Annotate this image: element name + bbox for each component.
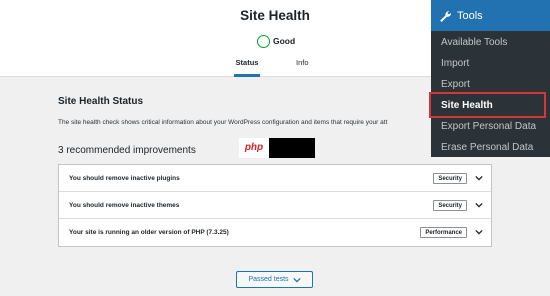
- chevron-down-icon: [292, 277, 301, 283]
- tools-menu-title: Tools: [457, 9, 483, 22]
- menu-item-export-personal-data[interactable]: Export Personal Data: [431, 116, 550, 137]
- improvements-heading: 3 recommended improvements: [58, 145, 196, 156]
- tools-menu-header[interactable]: Tools: [431, 0, 550, 31]
- issue-badge: Performance: [420, 227, 467, 238]
- watermark: php: [239, 138, 315, 158]
- tab-status[interactable]: Status: [234, 58, 260, 77]
- issue-row[interactable]: You should remove inactive themes Securi…: [59, 192, 491, 219]
- php-logo: php: [239, 138, 269, 158]
- issues-list: You should remove inactive plugins Secur…: [58, 164, 492, 247]
- issue-badge: Security: [433, 172, 467, 184]
- issue-text: You should remove inactive plugins: [69, 174, 180, 182]
- tab-info[interactable]: Info: [296, 58, 309, 77]
- site-health-highlight-box: [429, 92, 546, 118]
- issue-row[interactable]: Your site is running an older version of…: [59, 219, 491, 246]
- section-title: Site Health Status: [58, 96, 144, 107]
- menu-item-available-tools[interactable]: Available Tools: [431, 32, 550, 53]
- health-score: Good: [257, 34, 295, 48]
- passed-tests-button[interactable]: Passed tests: [236, 271, 313, 288]
- health-score-label: Good: [273, 36, 296, 46]
- wrench-icon: [440, 10, 451, 22]
- issue-badge: Security: [433, 199, 467, 211]
- chevron-down-icon[interactable]: [475, 228, 483, 236]
- health-score-ring-icon: [257, 34, 270, 48]
- section-description: The site health check shows critical inf…: [58, 119, 388, 126]
- menu-item-import[interactable]: Import: [431, 53, 550, 74]
- chevron-down-icon[interactable]: [475, 201, 483, 209]
- issue-text: You should remove inactive themes: [69, 201, 180, 209]
- menu-item-erase-personal-data[interactable]: Erase Personal Data: [431, 137, 550, 158]
- chevron-down-icon[interactable]: [475, 174, 483, 182]
- passed-tests-label: Passed tests: [248, 276, 289, 283]
- issue-row[interactable]: You should remove inactive plugins Secur…: [59, 165, 491, 192]
- tools-menu: Tools Available Tools Import Export Site…: [431, 0, 550, 157]
